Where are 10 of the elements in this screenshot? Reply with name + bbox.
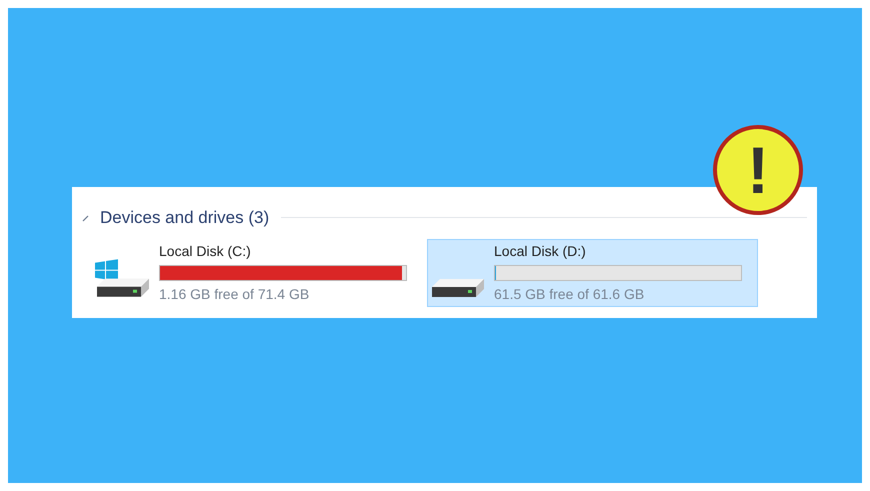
drive-name: Local Disk (D:) xyxy=(494,242,587,261)
chevron-icon xyxy=(82,214,90,222)
free-space-text: 1.16 GB free of 71.4 GB xyxy=(159,284,310,304)
section-title: Devices and drives (3) xyxy=(100,207,270,229)
drive-tile[interactable]: Local Disk (D:) 61.5 GB free of 61.6 GB xyxy=(427,238,758,306)
exclamation-mark: ! xyxy=(747,137,769,203)
free-space-text: 61.5 GB free of 61.6 GB xyxy=(494,284,646,304)
system-drive-icon xyxy=(95,258,149,296)
drive-name: Local Disk (C:) xyxy=(159,242,252,261)
drive-icon xyxy=(432,278,484,296)
